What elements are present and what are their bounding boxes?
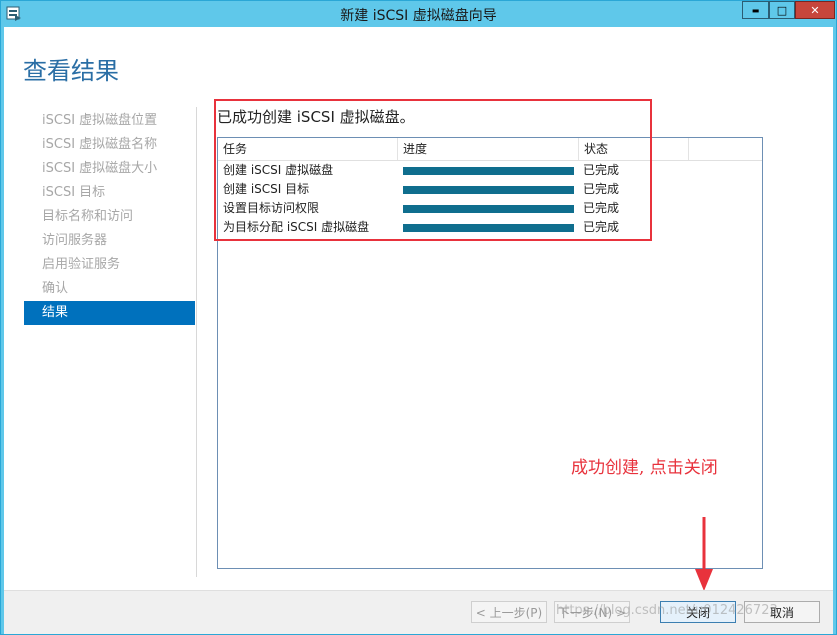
nav-item-confirm: 确认 — [42, 281, 69, 296]
progress-bar — [403, 205, 574, 213]
progress-fill — [403, 205, 574, 213]
status-cell: 已完成 — [583, 163, 620, 177]
wizard-content: 查看结果 iSCSI 虚拟磁盘位置 iSCSI 虚拟磁盘名称 iSCSI 虚拟磁… — [4, 27, 833, 591]
task-cell: 创建 iSCSI 目标 — [223, 182, 310, 196]
minimize-button[interactable]: ▬ — [742, 1, 769, 19]
column-header-progress[interactable]: 进度 — [398, 138, 579, 160]
progress-bar — [403, 186, 574, 194]
task-cell: 创建 iSCSI 虚拟磁盘 — [223, 163, 334, 177]
status-cell: 已完成 — [583, 220, 620, 234]
status-cell: 已完成 — [583, 182, 620, 196]
task-results-table: 任务 进度 状态 创建 iSCSI 虚拟磁盘 已完成 创建 iSCSI 目标 已… — [217, 137, 763, 569]
column-header-extra[interactable] — [689, 138, 762, 160]
window-title: 新建 iSCSI 虚拟磁盘向导 — [340, 8, 497, 24]
nav-item-disk-name: iSCSI 虚拟磁盘名称 — [42, 137, 158, 152]
nav-divider — [196, 107, 197, 577]
minimize-icon: ▬ — [751, 5, 760, 15]
wizard-nav: iSCSI 虚拟磁盘位置 iSCSI 虚拟磁盘名称 iSCSI 虚拟磁盘大小 i… — [24, 109, 195, 325]
table-row[interactable]: 创建 iSCSI 虚拟磁盘 已完成 — [218, 161, 762, 180]
title-bar[interactable]: 新建 iSCSI 虚拟磁盘向导 ▬ □ ✕ — [1, 1, 836, 27]
annotation-text: 成功创建, 点击关闭 — [571, 458, 718, 478]
column-header-status[interactable]: 状态 — [579, 138, 689, 160]
close-window-button[interactable]: ✕ — [795, 1, 835, 19]
task-cell: 为目标分配 iSCSI 虚拟磁盘 — [223, 220, 370, 234]
success-message: 已成功创建 iSCSI 虚拟磁盘。 — [217, 108, 415, 126]
table-body: 创建 iSCSI 虚拟磁盘 已完成 创建 iSCSI 目标 已完成 设置目标访问… — [218, 161, 762, 237]
nav-item-access-servers: 访问服务器 — [42, 233, 108, 248]
nav-item-target-name-access: 目标名称和访问 — [42, 209, 134, 224]
watermark: https://blog.csdn.net/u012426723 — [556, 603, 778, 618]
column-header-task[interactable]: 任务 — [218, 138, 398, 160]
table-row[interactable]: 创建 iSCSI 目标 已完成 — [218, 180, 762, 199]
nav-item-disk-location: iSCSI 虚拟磁盘位置 — [42, 113, 158, 128]
maximize-icon: □ — [776, 3, 788, 17]
annotation-arrow-icon — [695, 517, 713, 591]
progress-fill — [403, 224, 574, 232]
nav-item-auth-services: 启用验证服务 — [42, 257, 121, 272]
nav-item-iscsi-target: iSCSI 目标 — [42, 185, 106, 200]
table-row[interactable]: 设置目标访问权限 已完成 — [218, 199, 762, 218]
progress-bar — [403, 224, 574, 232]
page-title: 查看结果 — [23, 57, 119, 85]
progress-fill — [403, 186, 574, 194]
table-header: 任务 进度 状态 — [218, 138, 762, 161]
nav-item-disk-size: iSCSI 虚拟磁盘大小 — [42, 161, 158, 176]
maximize-button[interactable]: □ — [769, 1, 795, 19]
status-cell: 已完成 — [583, 201, 620, 215]
task-cell: 设置目标访问权限 — [223, 201, 320, 215]
progress-bar — [403, 167, 574, 175]
progress-fill — [403, 167, 574, 175]
wizard-window: 新建 iSCSI 虚拟磁盘向导 ▬ □ ✕ 查看结果 iSCSI 虚拟磁盘位置 … — [0, 0, 837, 635]
nav-item-results: 结果 — [24, 301, 195, 325]
previous-button[interactable]: < 上一步(P) — [471, 601, 547, 623]
table-row[interactable]: 为目标分配 iSCSI 虚拟磁盘 已完成 — [218, 218, 762, 237]
close-icon: ✕ — [810, 3, 820, 17]
